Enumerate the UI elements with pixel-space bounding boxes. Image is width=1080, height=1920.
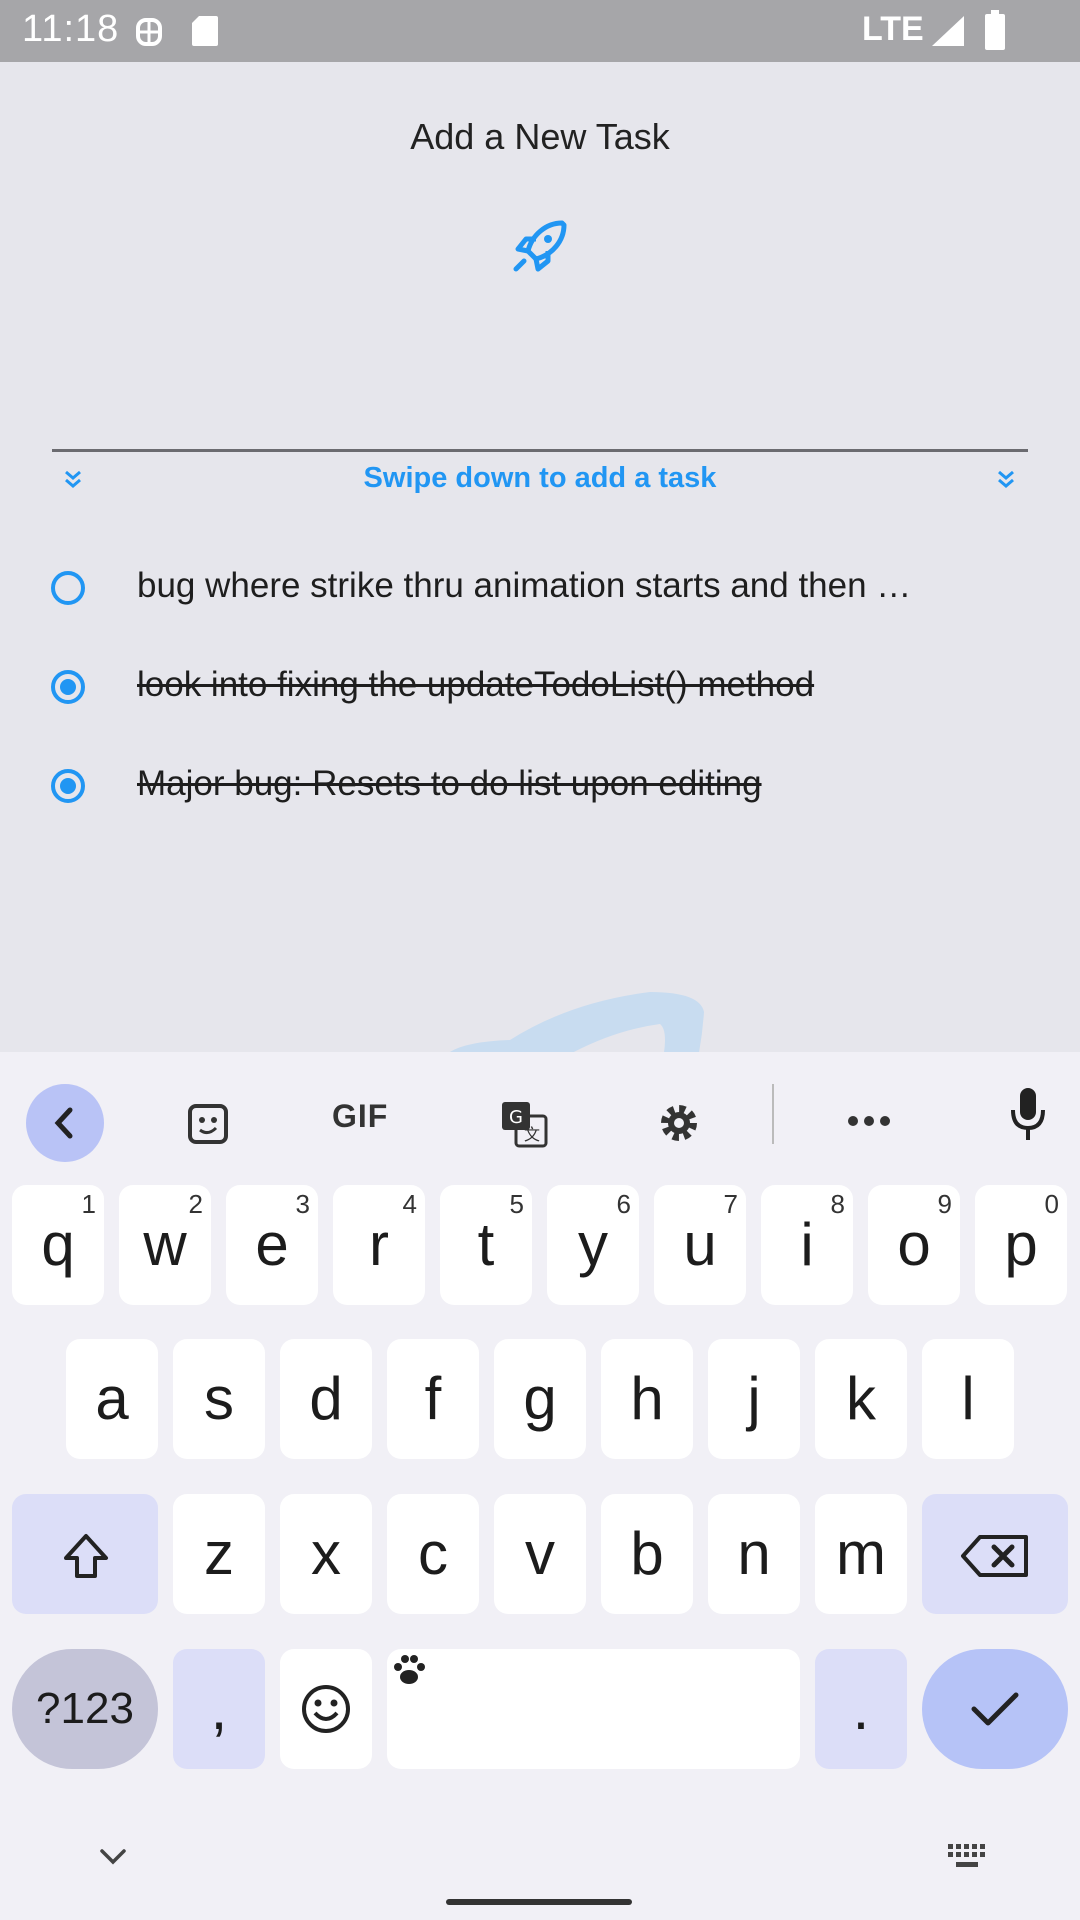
key-hint: 1 xyxy=(81,1189,96,1219)
task-item[interactable]: look into fixing the updateTodoList() me… xyxy=(0,647,1080,727)
key-i[interactable]: i8 xyxy=(761,1185,853,1305)
symbols-key[interactable]: ?123 xyxy=(12,1649,158,1769)
task-radio[interactable] xyxy=(51,670,85,704)
key-label: r xyxy=(369,1211,389,1278)
key-q[interactable]: q1 xyxy=(12,1185,104,1305)
rocket-watermark-icon xyxy=(450,992,704,1052)
key-label: y xyxy=(578,1211,608,1278)
space-key[interactable] xyxy=(387,1649,800,1769)
key-hint: 8 xyxy=(830,1189,845,1219)
key-label: u xyxy=(683,1211,717,1278)
comma-key[interactable]: , xyxy=(173,1649,265,1769)
keyboard: GIF G 文 q1 w2 e3 r4 t5 y6 u7 i8 o9 p0 a … xyxy=(0,1052,1080,1920)
sd-card-icon xyxy=(192,16,218,46)
double-chevron-down-icon xyxy=(998,470,1014,488)
key-t[interactable]: t5 xyxy=(440,1185,532,1305)
shift-arrow-icon xyxy=(64,1534,108,1578)
key-hint: 0 xyxy=(1044,1189,1059,1219)
enter-key[interactable] xyxy=(922,1649,1068,1769)
navigation-handle[interactable] xyxy=(446,1899,632,1905)
key-o[interactable]: o9 xyxy=(868,1185,960,1305)
key-label: q xyxy=(41,1211,75,1278)
status-bar: 11:18 LTE xyxy=(0,0,1080,62)
svg-text:G: G xyxy=(509,1107,523,1128)
key-s[interactable]: s xyxy=(173,1339,265,1459)
key-label: i xyxy=(800,1211,814,1278)
key-hint: 3 xyxy=(295,1189,310,1219)
gif-button[interactable]: GIF xyxy=(332,1098,388,1135)
task-item[interactable]: Major bug: Resets to do list upon editin… xyxy=(0,746,1080,826)
network-type: LTE xyxy=(862,10,924,48)
divider xyxy=(52,449,1028,452)
key-hint: 9 xyxy=(937,1189,952,1219)
signal-icon xyxy=(932,16,964,46)
task-item[interactable]: bug where strike thru animation starts a… xyxy=(0,548,1080,628)
key-label: o xyxy=(897,1211,931,1278)
emoji-key[interactable] xyxy=(280,1649,372,1769)
android-debug-icon xyxy=(136,18,162,46)
key-d[interactable]: d xyxy=(280,1339,372,1459)
key-h[interactable]: h xyxy=(601,1339,693,1459)
key-f[interactable]: f xyxy=(387,1339,479,1459)
key-hint: 2 xyxy=(188,1189,203,1219)
key-x[interactable]: x xyxy=(280,1494,372,1614)
key-hint: 7 xyxy=(723,1189,738,1219)
task-text: bug where strike thru animation starts a… xyxy=(137,566,912,605)
collapse-toolbar-button[interactable] xyxy=(26,1084,104,1162)
key-m[interactable]: m xyxy=(815,1494,907,1614)
key-label: w xyxy=(143,1211,187,1278)
key-y[interactable]: y6 xyxy=(547,1185,639,1305)
period-key[interactable]: . xyxy=(815,1649,907,1769)
keyboard-switch-icon[interactable] xyxy=(946,1842,990,1872)
battery-icon xyxy=(985,10,1005,50)
svg-text:文: 文 xyxy=(524,1125,540,1144)
shift-key[interactable] xyxy=(12,1494,158,1614)
checkmark-icon xyxy=(971,1692,1019,1726)
key-label: p xyxy=(1004,1211,1038,1278)
paw-icon xyxy=(394,1655,425,1684)
key-hint: 4 xyxy=(402,1189,417,1219)
task-text: Major bug: Resets to do list upon editin… xyxy=(137,764,762,803)
key-z[interactable]: z xyxy=(173,1494,265,1614)
key-b[interactable]: b xyxy=(601,1494,693,1614)
key-hint: 5 xyxy=(509,1189,524,1219)
microphone-icon[interactable] xyxy=(1008,1086,1048,1142)
task-radio[interactable] xyxy=(51,571,85,605)
key-a[interactable]: a xyxy=(66,1339,158,1459)
key-n[interactable]: n xyxy=(708,1494,800,1614)
sticker-icon[interactable] xyxy=(186,1102,230,1146)
key-label: t xyxy=(477,1211,495,1278)
swipe-hint: Swipe down to add a task xyxy=(363,462,717,494)
task-text: look into fixing the updateTodoList() me… xyxy=(137,665,815,704)
key-v[interactable]: v xyxy=(494,1494,586,1614)
task-radio[interactable] xyxy=(51,769,85,803)
backspace-icon xyxy=(961,1535,1028,1577)
status-time: 11:18 xyxy=(22,8,120,50)
rocket-icon xyxy=(513,220,567,272)
settings-gear-icon[interactable] xyxy=(656,1100,702,1146)
backspace-key[interactable] xyxy=(922,1494,1068,1614)
toolbar-separator xyxy=(772,1084,774,1144)
more-horizontal-icon[interactable] xyxy=(846,1114,892,1128)
key-k[interactable]: k xyxy=(815,1339,907,1459)
key-g[interactable]: g xyxy=(494,1339,586,1459)
page-title: Add a New Task xyxy=(410,116,670,157)
key-e[interactable]: e3 xyxy=(226,1185,318,1305)
chevron-down-icon[interactable] xyxy=(98,1847,128,1867)
key-label: e xyxy=(255,1211,289,1278)
key-hint: 6 xyxy=(616,1189,631,1219)
key-w[interactable]: w2 xyxy=(119,1185,211,1305)
key-u[interactable]: u7 xyxy=(654,1185,746,1305)
app-content: Add a New Task Swipe down to add a task … xyxy=(0,62,1080,1052)
key-p[interactable]: p0 xyxy=(975,1185,1067,1305)
key-l[interactable]: l xyxy=(922,1339,1014,1459)
emoji-smile-icon xyxy=(302,1685,350,1733)
chevron-left-icon xyxy=(54,1107,73,1139)
key-c[interactable]: c xyxy=(387,1494,479,1614)
key-r[interactable]: r4 xyxy=(333,1185,425,1305)
translate-icon[interactable]: G 文 xyxy=(500,1100,548,1148)
key-j[interactable]: j xyxy=(708,1339,800,1459)
